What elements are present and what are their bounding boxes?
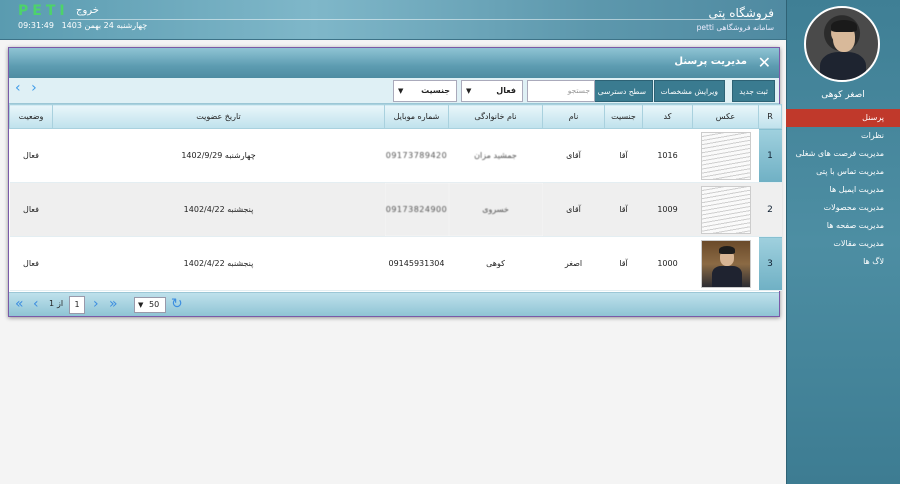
sidebar-menu: پرسنل نظرات مدیریت فرصت های شغلی مدیریت … xyxy=(786,109,900,271)
store-title: فروشگاه پتی xyxy=(708,6,774,20)
col-r[interactable]: R xyxy=(758,104,782,129)
store-subtitle: سامانه فروشگاهی petti xyxy=(696,23,774,32)
row-mobile: 09173824900 xyxy=(384,182,449,237)
row-status: فعال xyxy=(9,128,53,183)
page-size-value: 50 xyxy=(149,300,160,309)
sidebar-item-pages[interactable]: مدیریت صفحه ها xyxy=(786,217,900,235)
top-pager: ‹ › xyxy=(15,80,43,96)
document-photo xyxy=(700,131,751,180)
total-pages: 1 xyxy=(49,299,55,308)
header-divider xyxy=(70,19,770,20)
row-photo xyxy=(692,236,759,291)
logout-link[interactable]: خروج xyxy=(76,5,99,16)
row-first-name: اصغر xyxy=(542,236,605,291)
row-number: 2 xyxy=(758,182,782,237)
sidebar-item-jobs[interactable]: مدیریت فرصت های شغلی xyxy=(786,145,900,163)
row-last-name: خسروی xyxy=(448,182,543,237)
date-text: چهارشنبه 24 بهمن 1403 xyxy=(61,21,148,30)
user-name: اصغر کوهی xyxy=(821,90,865,100)
personnel-panel: ✕ مدیریت پرسنل ثبت جدید ویرایش مشخصات سط… xyxy=(8,47,782,317)
document-photo xyxy=(700,185,751,234)
row-gender: آقا xyxy=(604,182,643,237)
pager-footer: « ‹ 1 از 1 › » ▼ 50 ↻ xyxy=(9,292,779,316)
chevron-right-icon[interactable]: › xyxy=(31,80,37,96)
top-bar: فروشگاه پتی سامانه فروشگاهی petti PETI خ… xyxy=(0,0,786,40)
person-photo xyxy=(700,239,751,288)
row-photo xyxy=(692,182,759,237)
table-row[interactable]: فعال چهارشنبه 1402/9/29 09173789420 جمشی… xyxy=(9,128,782,183)
row-joined: پنجشنبه 1402/4/22 xyxy=(52,236,385,291)
sidebar: اصغر کوهی پرسنل نظرات مدیریت فرصت های شغ… xyxy=(786,0,900,484)
row-number: 3 xyxy=(758,236,782,291)
refresh-icon[interactable]: ↻ xyxy=(171,296,183,312)
panel-header: ✕ مدیریت پرسنل xyxy=(9,48,779,78)
gender-select[interactable]: جنسیت ▼ xyxy=(393,80,457,102)
sidebar-item-logs[interactable]: لاگ ها xyxy=(786,253,900,271)
sidebar-item-articles[interactable]: مدیریت مقالات xyxy=(786,235,900,253)
chevron-left-icon[interactable]: ‹ xyxy=(15,80,21,96)
col-last-name[interactable]: نام خانوادگی xyxy=(448,104,543,129)
sidebar-item-comments[interactable]: نظرات xyxy=(786,127,900,145)
edit-button[interactable]: ویرایش مشخصات xyxy=(653,80,725,102)
sidebar-item-emails[interactable]: مدیریت ایمیل ها xyxy=(786,181,900,199)
row-number: 1 xyxy=(758,128,782,183)
toolbar: ثبت جدید ویرایش مشخصات سطح دسترسی جستجو … xyxy=(9,78,779,104)
chevron-down-icon: ▼ xyxy=(398,87,404,95)
panel-title: مدیریت پرسنل xyxy=(674,56,747,67)
col-joined[interactable]: تاریخ عضویت xyxy=(52,104,385,129)
time-text: 09:31:49 xyxy=(18,21,54,30)
page-size-select[interactable]: ▼ 50 xyxy=(134,297,166,313)
row-code: 1016 xyxy=(642,128,693,183)
table-row[interactable]: فعال پنجشنبه 1402/4/22 09173824900 خسروی… xyxy=(9,182,782,237)
prev-page-icon[interactable]: ‹ xyxy=(33,296,39,312)
col-mobile[interactable]: شماره موبایل xyxy=(384,104,449,129)
datetime: 09:31:49 چهارشنبه 24 بهمن 1403 xyxy=(18,21,147,30)
col-status[interactable]: وضعیت xyxy=(9,104,53,129)
access-level-button[interactable]: سطح دسترسی xyxy=(590,80,653,102)
row-photo xyxy=(692,128,759,183)
new-button[interactable]: ثبت جدید xyxy=(732,80,775,102)
avatar xyxy=(804,6,880,82)
col-gender[interactable]: جنسیت xyxy=(604,104,643,129)
table-header-row: وضعیت تاریخ عضویت شماره موبایل نام خانوا… xyxy=(9,104,782,129)
brand-logo: PETI xyxy=(18,3,69,19)
col-first-name[interactable]: نام xyxy=(542,104,605,129)
row-gender: آقا xyxy=(604,128,643,183)
chevron-down-icon: ▼ xyxy=(466,87,472,95)
row-last-name: کوهی xyxy=(448,236,543,291)
last-page-icon[interactable]: » xyxy=(109,296,118,312)
row-code: 1009 xyxy=(642,182,693,237)
sidebar-item-personnel[interactable]: پرسنل xyxy=(786,109,900,127)
row-status: فعال xyxy=(9,236,53,291)
row-first-name: آقای xyxy=(542,182,605,237)
row-mobile: 09145931304 xyxy=(384,236,449,291)
row-last-name: جمشید مزان xyxy=(448,128,543,183)
page-input[interactable]: 1 xyxy=(69,296,85,314)
row-code: 1000 xyxy=(642,236,693,291)
table-row[interactable]: فعال پنجشنبه 1402/4/22 09145931304 کوهی … xyxy=(9,236,782,291)
of-label: از xyxy=(57,299,64,308)
first-page-icon[interactable]: « xyxy=(15,296,24,312)
row-status: فعال xyxy=(9,182,53,237)
chevron-down-icon: ▼ xyxy=(138,301,144,309)
status-select[interactable]: فعال ▼ xyxy=(461,80,523,102)
sidebar-item-contact[interactable]: مدیریت تماس با پتی xyxy=(786,163,900,181)
row-mobile: 09173789420 xyxy=(384,128,449,183)
next-page-icon[interactable]: › xyxy=(93,296,99,312)
personnel-table: وضعیت تاریخ عضویت شماره موبایل نام خانوا… xyxy=(9,104,782,291)
row-joined: چهارشنبه 1402/9/29 xyxy=(52,128,385,183)
search-input[interactable]: جستجو xyxy=(527,80,595,102)
col-code[interactable]: کد xyxy=(642,104,693,129)
gender-select-value: جنسیت xyxy=(421,86,450,95)
sidebar-item-products[interactable]: مدیریت محصولات xyxy=(786,199,900,217)
status-select-value: فعال xyxy=(496,86,516,95)
col-photo[interactable]: عکس xyxy=(692,104,759,129)
row-first-name: آقای xyxy=(542,128,605,183)
row-gender: آقا xyxy=(604,236,643,291)
row-joined: پنجشنبه 1402/4/22 xyxy=(52,182,385,237)
close-icon[interactable]: ✕ xyxy=(758,54,771,72)
